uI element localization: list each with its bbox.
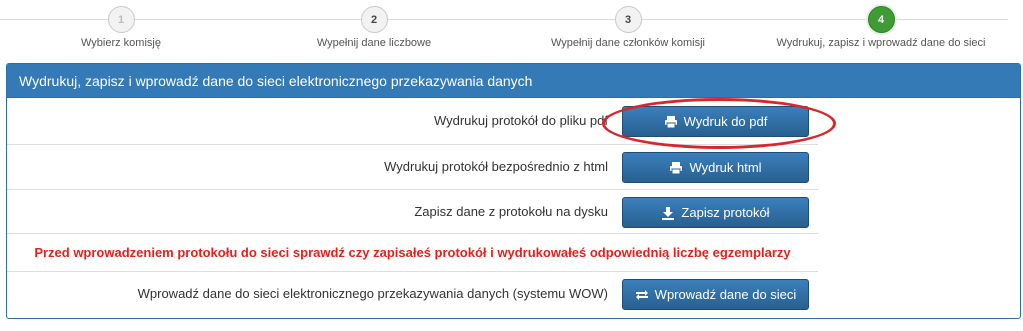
row-label: Wydrukuj protokół do pliku pdf [433, 113, 608, 128]
warning-message: Przed wprowadzeniem protokołu do sieci s… [7, 233, 818, 272]
button-label: Wydruk html [689, 160, 762, 175]
print-pdf-button[interactable]: Wydruk do pdf [622, 106, 809, 137]
save-protocol-button[interactable]: Zapisz protokół [622, 197, 809, 228]
panel-title: Wydrukuj, zapisz i wprowadź dane do siec… [7, 64, 1020, 98]
step-label: Wybierz komisję [81, 37, 161, 49]
row-save-protocol: Zapisz dane z protokołu na dysku Zapisz … [7, 189, 818, 234]
row-submit-network: Wprowadź dane do sieci elektronicznego p… [7, 271, 818, 316]
wizard-step-2: 2 Wypełnij dane liczbowe [254, 6, 494, 49]
submit-to-network-button[interactable]: Wprowadź dane do sieci [622, 279, 809, 310]
step-number: 2 [360, 6, 388, 33]
print-save-panel: Wydrukuj, zapisz i wprowadź dane do siec… [6, 63, 1021, 319]
row-label: Wydrukuj protokół bezpośrednio z html [384, 159, 608, 174]
exchange-icon [635, 288, 649, 302]
button-label: Wydruk do pdf [683, 114, 768, 129]
step-number: 4 [867, 6, 895, 33]
step-label: Wypełnij dane liczbowe [316, 37, 432, 49]
print-icon [669, 161, 683, 175]
row-print-pdf: Wydrukuj protokół do pliku pdf Wydruk do… [7, 99, 818, 144]
step-label: Wypełnij dane członków komisji [551, 37, 705, 49]
button-label: Zapisz protokół [681, 205, 770, 220]
step-label: Wydrukuj, zapisz i wprowadź dane do siec… [776, 37, 986, 49]
print-icon [664, 115, 678, 129]
step-number: 1 [107, 6, 135, 33]
row-print-html: Wydrukuj protokół bezpośrednio z html Wy… [7, 144, 818, 189]
wizard-step-1: 1 Wybierz komisję [1, 6, 241, 49]
row-label: Zapisz dane z protokołu na dysku [414, 204, 608, 219]
download-icon [661, 206, 675, 220]
wizard-step-3: 3 Wypełnij dane członków komisji [508, 6, 748, 49]
step-number: 3 [614, 6, 642, 33]
wizard-progress: 1 Wybierz komisję 2 Wypełnij dane liczbo… [0, 0, 1023, 62]
row-label: Wprowadź dane do sieci elektronicznego p… [137, 286, 608, 301]
button-label: Wprowadź dane do sieci [654, 287, 797, 302]
print-html-button[interactable]: Wydruk html [622, 152, 809, 183]
wizard-step-4: 4 Wydrukuj, zapisz i wprowadź dane do si… [761, 6, 1001, 49]
